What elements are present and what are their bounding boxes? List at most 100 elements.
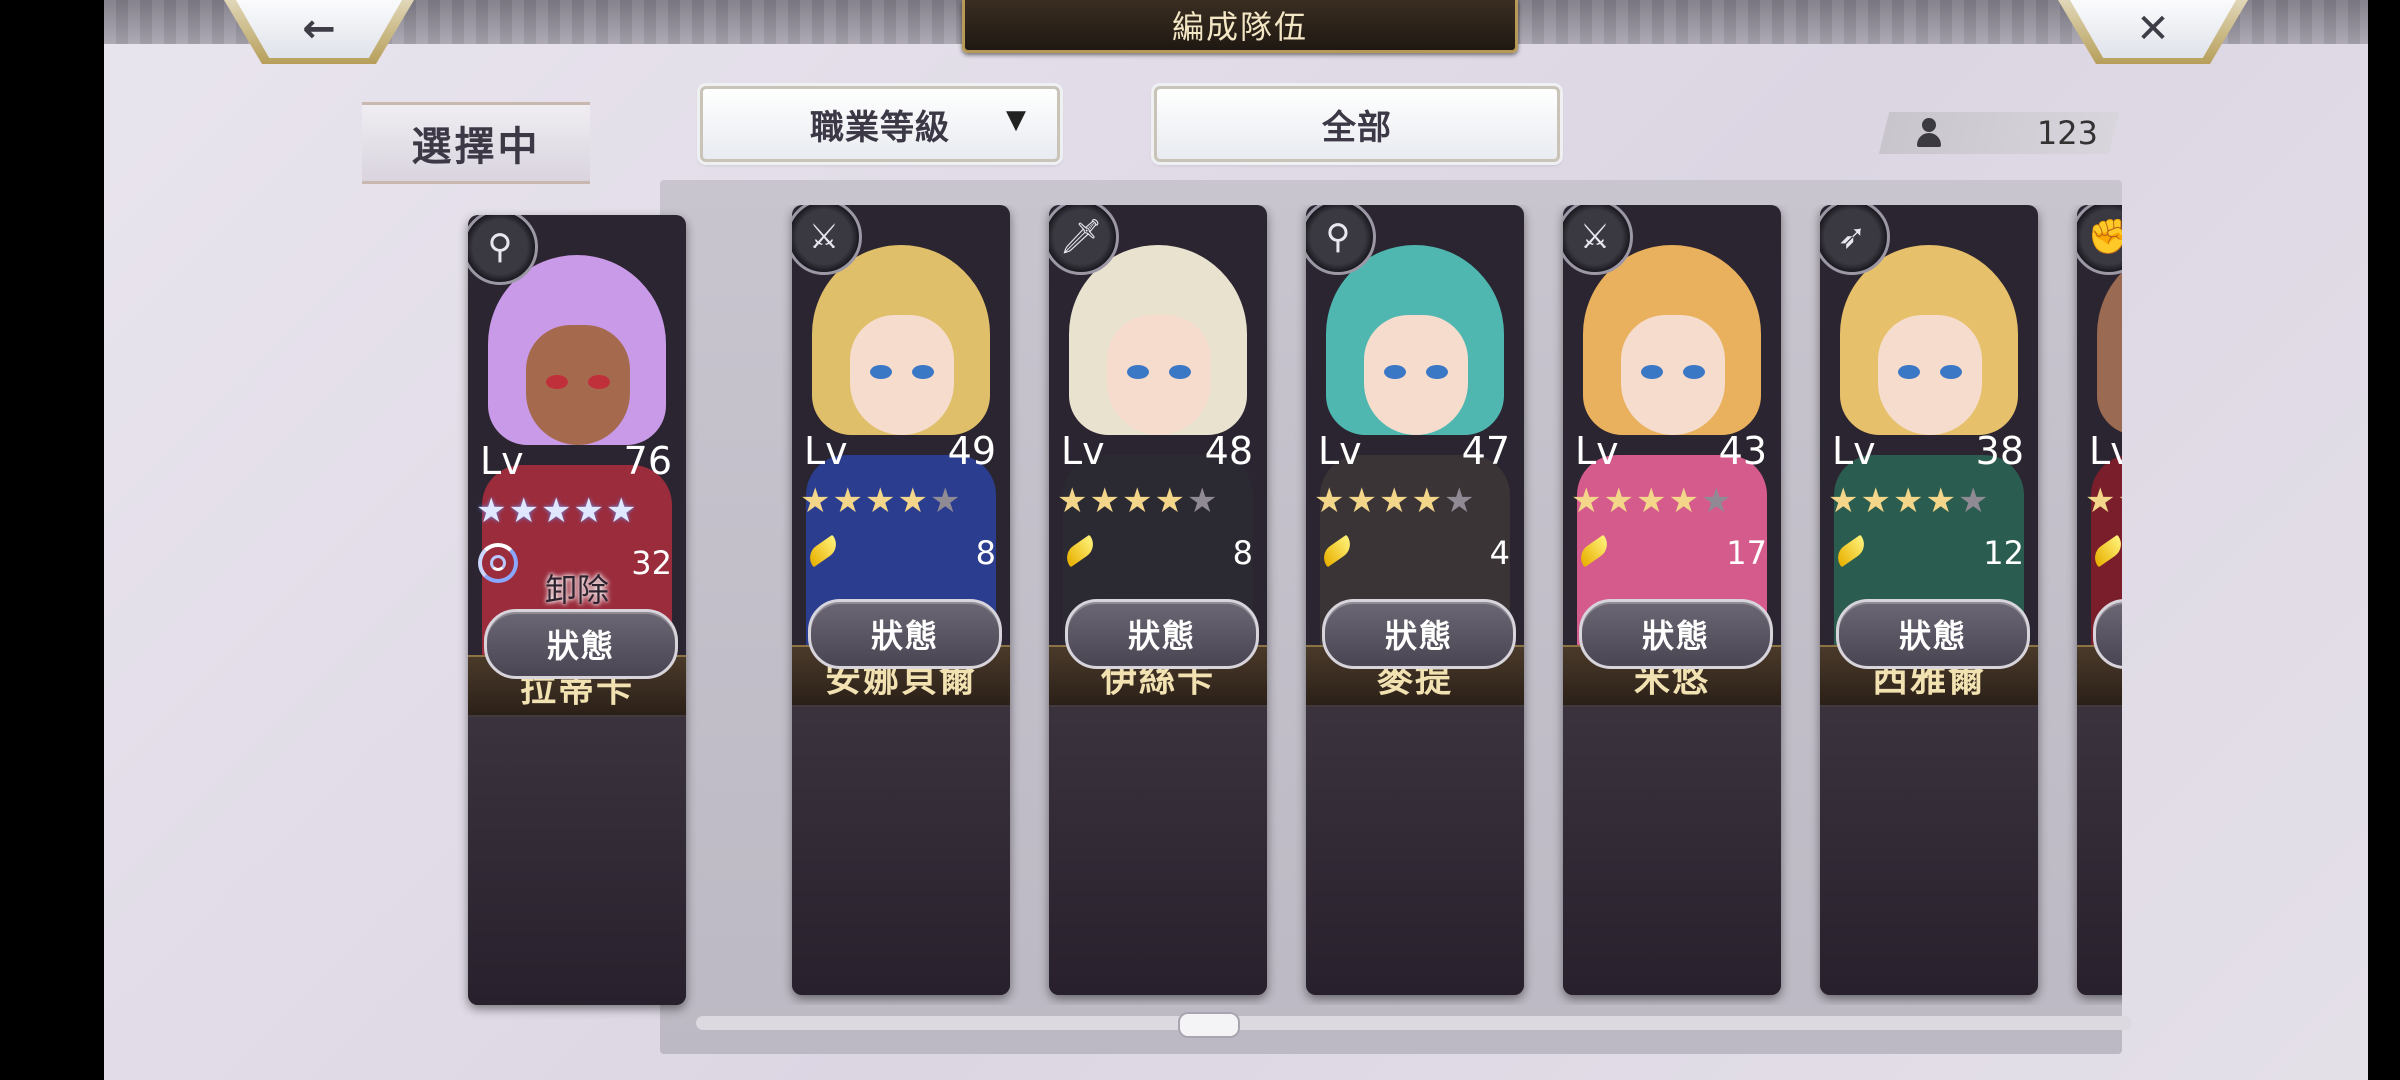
- feather-icon: [1059, 533, 1099, 573]
- fist-icon: ✊: [2077, 205, 2122, 275]
- star-filled-icon: ★: [573, 491, 606, 531]
- star-filled-icon: ★: [476, 491, 509, 531]
- points-value: 12: [1983, 534, 2024, 572]
- star-empty-icon: ★: [1443, 481, 1477, 521]
- star-filled-icon: ★: [1668, 481, 1701, 521]
- character-stats: [468, 715, 686, 1005]
- character-stats: [1306, 705, 1524, 995]
- star-filled-icon: ★: [1571, 481, 1604, 521]
- character-card[interactable]: ⚔ 安娜貝爾 Lv 49 ★★★★★ 8 狀態: [792, 205, 1010, 995]
- star-filled-icon: ★: [1314, 481, 1347, 521]
- feather-icon: [1573, 533, 1613, 573]
- star-filled-icon: ★: [1057, 481, 1090, 521]
- points-value: 8: [1232, 534, 1253, 572]
- level-label: Lv: [1318, 429, 1362, 473]
- game-screen: ← 編成隊伍 ✕ 選擇中 職業等級 ▼ 全部 123 ⚲ 卸除 拉蒂卡 Lv 7…: [104, 0, 2368, 1080]
- character-stats: [2077, 705, 2122, 995]
- rarity-stars: ★★★★★: [1571, 481, 1733, 521]
- level-value: 76: [623, 439, 672, 483]
- character-stats: [1820, 705, 2038, 995]
- star-filled-icon: ★: [1892, 481, 1926, 521]
- level-value: 43: [1718, 429, 1767, 473]
- status-button[interactable]: 狀態: [808, 599, 1002, 669]
- star-filled-icon: ★: [1925, 481, 1958, 521]
- level-label: Lv: [2089, 429, 2122, 473]
- star-filled-icon: ★: [508, 491, 541, 531]
- level-value: 47: [1461, 429, 1510, 473]
- category-label: 全部: [1322, 107, 1392, 148]
- star-empty-icon: ★: [1186, 481, 1220, 521]
- star-empty-icon: ★: [929, 481, 963, 521]
- party-count: 123: [1894, 112, 2114, 154]
- level-label: Lv: [1061, 429, 1105, 473]
- star-filled-icon: ★: [1154, 481, 1187, 521]
- star-filled-icon: ★: [1860, 481, 1893, 521]
- star-filled-icon: ★: [2085, 481, 2118, 521]
- star-filled-icon: ★: [1121, 481, 1155, 521]
- status-button[interactable]: 狀態: [1836, 599, 2030, 669]
- scrollbar-thumb[interactable]: [1178, 1012, 1240, 1038]
- status-button[interactable]: 狀態: [484, 609, 678, 679]
- rarity-stars: ★★★★★: [1057, 481, 1219, 521]
- star-filled-icon: ★: [1346, 481, 1379, 521]
- star-filled-icon: ★: [540, 491, 574, 531]
- character-stats: [1049, 705, 1267, 995]
- character-card[interactable]: ➶ 西雅爾 Lv 38 ★★★★★ 12 狀態: [1820, 205, 2038, 995]
- character-stats: [1563, 705, 1781, 995]
- level-label: Lv: [1575, 429, 1619, 473]
- sort-label: 職業等級: [810, 107, 950, 148]
- rarity-stars: ★★★★★: [1828, 481, 1990, 521]
- level-value: 48: [1204, 429, 1253, 473]
- feather-icon: [1316, 533, 1356, 573]
- back-button[interactable]: ←: [224, 0, 414, 64]
- rarity-stars: ★★★★★: [1314, 481, 1476, 521]
- star-filled-icon: ★: [1411, 481, 1444, 521]
- status-button[interactable]: 狀態: [1322, 599, 1516, 669]
- points-value: 4: [1489, 534, 1510, 572]
- level-label: Lv: [804, 429, 848, 473]
- character-stats: [792, 705, 1010, 995]
- star-filled-icon: ★: [832, 481, 865, 521]
- character-card[interactable]: ✊ 思琳 Lv 3 ★★★★★ 狀態: [2077, 205, 2122, 995]
- level-label: Lv: [1832, 429, 1876, 473]
- sort-dropdown[interactable]: 職業等級 ▼: [697, 83, 1063, 165]
- chevron-down-icon: ▼: [1006, 105, 1027, 135]
- back-arrow-icon: ←: [302, 6, 336, 52]
- level-value: 38: [1975, 429, 2024, 473]
- feather-icon: [1830, 533, 1870, 573]
- star-filled-icon: ★: [1378, 481, 1412, 521]
- feather-icon: [2087, 533, 2122, 573]
- character-card[interactable]: 🗡 伊絲卡 Lv 48 ★★★★★ 8 狀態: [1049, 205, 1267, 995]
- character-card[interactable]: ⚔ 米悠 Lv 43 ★★★★★ 17 狀態: [1563, 205, 1781, 995]
- points-value: 17: [1726, 534, 1767, 572]
- level-label: Lv: [480, 439, 524, 483]
- screen-title: 編成隊伍: [962, 0, 1518, 53]
- status-button[interactable]: 狀態: [1579, 599, 1773, 669]
- level-value: 49: [947, 429, 996, 473]
- close-button[interactable]: ✕: [2058, 0, 2248, 64]
- horizontal-scrollbar[interactable]: [696, 1016, 2132, 1030]
- points-value: 8: [975, 534, 996, 572]
- party-count-value: 123: [2036, 114, 2098, 152]
- star-filled-icon: ★: [800, 481, 833, 521]
- character-card[interactable]: ⚲ 麥提 Lv 47 ★★★★★ 4 狀態: [1306, 205, 1524, 995]
- character-list[interactable]: ⚔ 安娜貝爾 Lv 49 ★★★★★ 8 狀態 🗡 伊絲卡 Lv 48 ★★★★…: [680, 205, 2122, 1005]
- category-filter-button[interactable]: 全部: [1151, 83, 1563, 165]
- star-filled-icon: ★: [1828, 481, 1861, 521]
- star-filled-icon: ★: [897, 481, 930, 521]
- person-icon: [1916, 118, 1942, 148]
- close-icon: ✕: [2136, 6, 2170, 52]
- star-filled-icon: ★: [1089, 481, 1122, 521]
- star-filled-icon: ★: [2117, 481, 2122, 521]
- feather-icon: [802, 533, 842, 573]
- star-filled-icon: ★: [1603, 481, 1636, 521]
- selecting-label: 選擇中: [362, 102, 590, 184]
- rarity-stars: ★★★★★: [476, 491, 638, 531]
- status-button[interactable]: 狀態: [1065, 599, 1259, 669]
- star-empty-icon: ★: [1700, 481, 1734, 521]
- rarity-stars: ★★★★★: [800, 481, 962, 521]
- selected-character-card[interactable]: ⚲ 卸除 拉蒂卡 Lv 76 ★★★★★ 32 狀態: [468, 215, 686, 1005]
- rarity-stars: ★★★★★: [2085, 481, 2122, 521]
- star-filled-icon: ★: [605, 491, 639, 531]
- release-label[interactable]: 卸除: [468, 565, 686, 611]
